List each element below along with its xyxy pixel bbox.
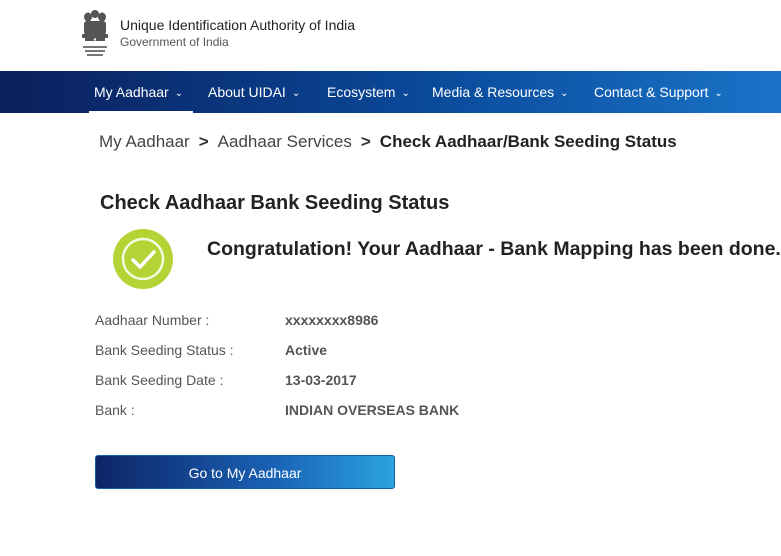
nav-label: Contact & Support [594, 84, 709, 100]
chevron-down-icon: ⌄ [560, 88, 569, 99]
aadhaar-number-value: xxxxxxxx8986 [285, 312, 379, 328]
breadcrumb-aadhaar-services[interactable]: Aadhaar Services [218, 132, 352, 151]
chevron-down-icon: ⌄ [714, 88, 723, 99]
chevron-down-icon: ⌄ [401, 88, 410, 99]
nav-about-uidai[interactable]: About UIDAI ⌄ [208, 71, 300, 113]
main-nav: My Aadhaar ⌄ About UIDAI ⌄ Ecosystem ⌄ Medi… [0, 71, 781, 113]
success-message: Congratulation! Your Aadhaar - Bank Mapp… [207, 238, 781, 260]
seeding-status-value: Active [285, 342, 328, 358]
nav-label: Ecosystem [327, 84, 396, 100]
breadcrumb-separator: > [360, 132, 371, 151]
breadcrumb-separator: > [198, 132, 209, 151]
bank-value: INDIAN OVERSEAS BANK [285, 402, 460, 418]
nav-active-indicator [89, 111, 193, 113]
bank-label: Bank : [95, 402, 135, 418]
nav-my-aadhaar[interactable]: My Aadhaar ⌄ [94, 71, 183, 113]
nav-media-resources[interactable]: Media & Resources ⌄ [432, 71, 569, 113]
org-name: Unique Identification Authority of India [120, 17, 356, 33]
chevron-down-icon: ⌄ [291, 88, 301, 99]
seeding-date-value: 13-03-2017 [285, 372, 357, 388]
org-subtitle: Government of India [120, 35, 229, 49]
breadcrumb-my-aadhaar[interactable]: My Aadhaar [99, 132, 190, 151]
page-title: Check Aadhaar Bank Seeding Status [100, 192, 450, 214]
seeding-date-label: Bank Seeding Date : [95, 372, 224, 388]
national-emblem-icon[interactable] [78, 8, 112, 60]
go-to-my-aadhaar-button[interactable]: Go to My Aadhaar [95, 455, 395, 489]
chevron-down-icon: ⌄ [174, 88, 184, 99]
breadcrumb: My Aadhaar > Aadhaar Services > Check Aadhaa… [99, 132, 677, 152]
nav-ecosystem[interactable]: Ecosystem ⌄ [327, 71, 410, 113]
nav-label: Media & Resources [432, 84, 555, 100]
breadcrumb-current: Check Aadhaar/Bank Seeding Status [379, 132, 677, 151]
success-check-icon [113, 229, 173, 289]
seeding-status-label: Bank Seeding Status : [95, 342, 234, 358]
nav-label: My Aadhaar [94, 84, 169, 100]
nav-label: About UIDAI [208, 84, 286, 100]
nav-contact-support[interactable]: Contact & Support ⌄ [594, 71, 723, 113]
site-header: Unique Identification Authority of India… [0, 0, 781, 71]
aadhaar-number-label: Aadhaar Number : [95, 312, 210, 328]
